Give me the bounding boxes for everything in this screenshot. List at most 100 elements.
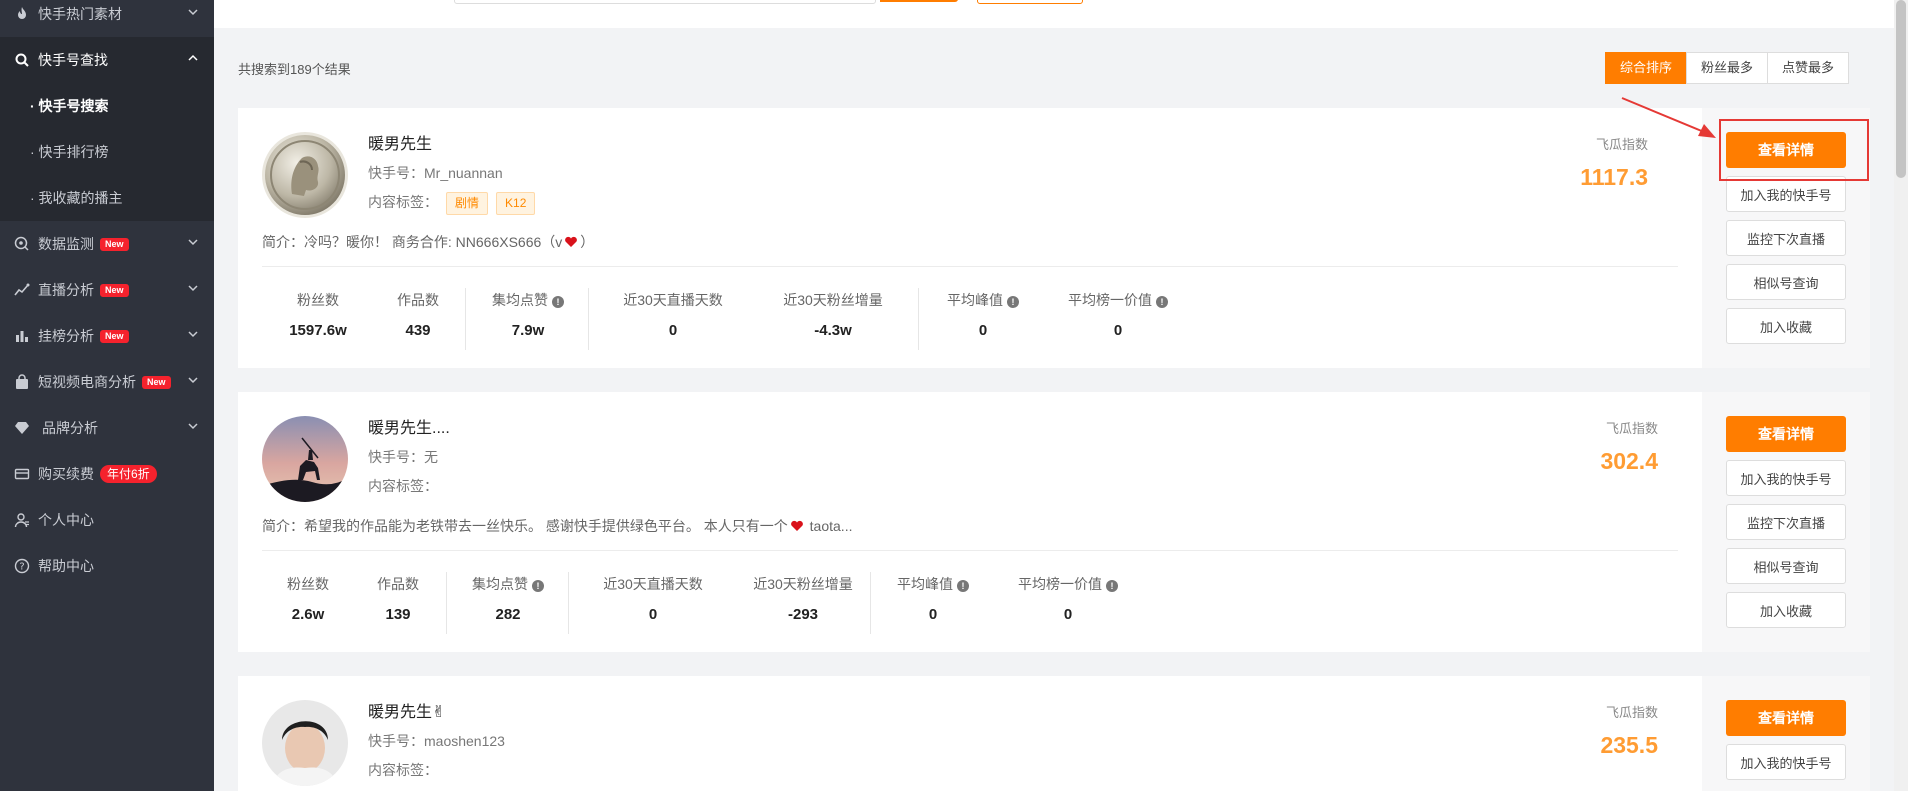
account-intro: 简介：希望我的作品能为老铁带去一丝快乐。 感谢快手提供绿色平台。 本人只有一个 … bbox=[262, 516, 852, 536]
sidebar-item-brand-analysis[interactable]: 品牌分析 bbox=[0, 405, 214, 451]
trend-icon bbox=[14, 282, 30, 298]
stat-live-days: 近30天直播天数 0 bbox=[598, 290, 748, 339]
sidebar-item-kuaishou-rank[interactable]: · 快手排行榜 bbox=[0, 129, 214, 175]
intro-text: 冷吗？暖你！ 商务合作: NN666XS666（v bbox=[304, 234, 563, 250]
result-count: 共搜索到189个结果 bbox=[238, 62, 351, 77]
scrollbar[interactable] bbox=[1894, 0, 1908, 791]
add-my-account-button[interactable]: 加入我的快手号 bbox=[1726, 744, 1846, 780]
scrollbar-thumb[interactable] bbox=[1896, 0, 1906, 178]
divider bbox=[262, 550, 1678, 551]
highlight-box bbox=[1719, 119, 1869, 181]
sidebar-item-live-analysis[interactable]: 直播分析 New bbox=[0, 267, 214, 313]
chevron-down-icon bbox=[186, 373, 200, 387]
add-my-account-button[interactable]: 加入我的快手号 bbox=[1726, 176, 1846, 212]
stat-label: 作品数 bbox=[397, 292, 439, 308]
sidebar-item-ecommerce-analysis[interactable]: 短视频电商分析 New bbox=[0, 359, 214, 405]
index-value: 302.4 bbox=[1600, 448, 1658, 474]
monitor-live-button[interactable]: 监控下次直播 bbox=[1726, 220, 1846, 256]
add-favorite-button[interactable]: 加入收藏 bbox=[1726, 592, 1846, 628]
sort-comprehensive[interactable]: 综合排序 bbox=[1605, 52, 1688, 84]
stat-avg-peak: 平均峰值! 0 bbox=[878, 574, 988, 623]
index-value: 235.5 bbox=[1600, 732, 1658, 758]
advanced-search-button[interactable] bbox=[977, 0, 1083, 4]
sidebar-item-personal-center[interactable]: 个人中心 bbox=[0, 497, 214, 543]
add-my-account-button[interactable]: 加入我的快手号 bbox=[1726, 460, 1846, 496]
sidebar-item-label: 个人中心 bbox=[38, 512, 94, 528]
stat-label: 集均点赞 bbox=[472, 576, 528, 592]
stat-label: 近30天粉丝增量 bbox=[783, 292, 883, 308]
heart-icon bbox=[790, 519, 804, 531]
monitor-live-button[interactable]: 监控下次直播 bbox=[1726, 504, 1846, 540]
intro-text-end: taota... bbox=[805, 518, 853, 534]
similar-search-button[interactable]: 相似号查询 bbox=[1726, 548, 1846, 584]
avatar[interactable] bbox=[262, 416, 348, 502]
stat-fans-growth: 近30天粉丝增量 -293 bbox=[728, 574, 878, 623]
info-icon[interactable]: ! bbox=[1106, 580, 1118, 592]
info-icon[interactable]: ! bbox=[1156, 296, 1168, 308]
info-icon[interactable]: ! bbox=[552, 296, 564, 308]
info-icon[interactable]: ! bbox=[957, 580, 969, 592]
add-favorite-button[interactable]: 加入收藏 bbox=[1726, 308, 1846, 344]
info-icon[interactable]: ! bbox=[1007, 296, 1019, 308]
search-area bbox=[214, 0, 1894, 28]
sort-most-fans[interactable]: 粉丝最多 bbox=[1686, 52, 1769, 84]
intro-label: 简介： bbox=[262, 518, 304, 534]
id-label: 快手号： bbox=[368, 733, 424, 749]
search-button[interactable] bbox=[880, 0, 958, 2]
card-icon bbox=[14, 466, 30, 482]
sort-most-likes[interactable]: 点赞最多 bbox=[1767, 52, 1850, 84]
sidebar-item-rank-analysis[interactable]: 挂榜分析 New bbox=[0, 313, 214, 359]
stat-avg-top1: 平均榜一价值! 0 bbox=[998, 574, 1138, 623]
chevron-down-icon bbox=[186, 5, 200, 19]
account-id: 快手号：maoshen123 bbox=[368, 731, 505, 751]
tag: 剧情 bbox=[446, 192, 489, 215]
sidebar-item-purchase[interactable]: 购买续费 年付6折 bbox=[0, 451, 214, 497]
account-name[interactable]: 暖男先生.... bbox=[368, 414, 450, 438]
account-card: 暖男先生 快手号：Mr_nuannan 内容标签： 剧情 K12 简介：冷吗？暖你！… bbox=[238, 108, 1870, 368]
sidebar-item-kuaishou-find[interactable]: 快手号查找 bbox=[0, 37, 214, 83]
intro-text-end: ） bbox=[580, 234, 595, 250]
divider bbox=[262, 266, 1678, 267]
stat-label: 平均峰值 bbox=[897, 576, 953, 592]
sidebar-item-help-center[interactable]: ? 帮助中心 bbox=[0, 543, 214, 589]
stat-value: 2.6w bbox=[291, 606, 325, 623]
stat-value: -293 bbox=[787, 606, 819, 623]
stat-value: -4.3w bbox=[814, 322, 852, 339]
stat-value: 139 bbox=[385, 606, 411, 623]
stat-avg-likes: 集均点赞! 7.9w bbox=[478, 290, 578, 339]
sidebar-item-data-monitor[interactable]: 数据监测 New bbox=[0, 221, 214, 267]
stat-value: 282 bbox=[495, 606, 521, 623]
account-name[interactable]: 暖男先生✌ bbox=[368, 698, 445, 722]
avatar[interactable] bbox=[262, 700, 348, 786]
fire-icon bbox=[14, 6, 30, 22]
sidebar-item-label: 快手号查找 bbox=[38, 52, 108, 68]
stat-avg-peak: 平均峰值! 0 bbox=[928, 290, 1038, 339]
id-label: 快手号： bbox=[368, 165, 424, 181]
sidebar-item-hot-material[interactable]: 快手热门素材 bbox=[0, 0, 214, 37]
account-card: 暖男先生✌ 快手号：maoshen123 内容标签： 飞瓜指数 235.5 查看… bbox=[238, 676, 1870, 791]
id-label: 快手号： bbox=[368, 449, 424, 465]
account-name[interactable]: 暖男先生 bbox=[368, 130, 432, 154]
stat-label: 平均峰值 bbox=[947, 292, 1003, 308]
view-detail-button[interactable]: 查看详情 bbox=[1726, 700, 1846, 736]
sidebar-item-label: 数据监测 bbox=[38, 236, 94, 252]
sidebar-item-kuaishou-search[interactable]: · 快手号搜索 bbox=[0, 83, 214, 129]
stat-label: 平均榜一价值 bbox=[1018, 576, 1102, 592]
search-input[interactable] bbox=[454, 0, 876, 4]
stat-label: 平均榜一价值 bbox=[1068, 292, 1152, 308]
divider bbox=[918, 288, 919, 350]
sidebar-item-my-favorites[interactable]: · 我收藏的播主 bbox=[0, 175, 214, 221]
avatar[interactable] bbox=[262, 132, 348, 218]
info-icon[interactable]: ! bbox=[532, 580, 544, 592]
stat-avg-top1: 平均榜一价值! 0 bbox=[1048, 290, 1188, 339]
similar-search-button[interactable]: 相似号查询 bbox=[1726, 264, 1846, 300]
index-label: 飞瓜指数 bbox=[1605, 705, 1658, 720]
stat-live-days: 近30天直播天数 0 bbox=[578, 574, 728, 623]
stat-avg-likes: 集均点赞! 282 bbox=[458, 574, 558, 623]
account-id: 快手号：无 bbox=[368, 447, 438, 467]
sidebar-item-label: · 快手号搜索 bbox=[30, 98, 109, 114]
sidebar-item-label: 帮助中心 bbox=[38, 558, 94, 574]
id-value: Mr_nuannan bbox=[424, 165, 503, 181]
view-detail-button[interactable]: 查看详情 bbox=[1726, 416, 1846, 452]
stat-value: 0 bbox=[928, 606, 938, 623]
